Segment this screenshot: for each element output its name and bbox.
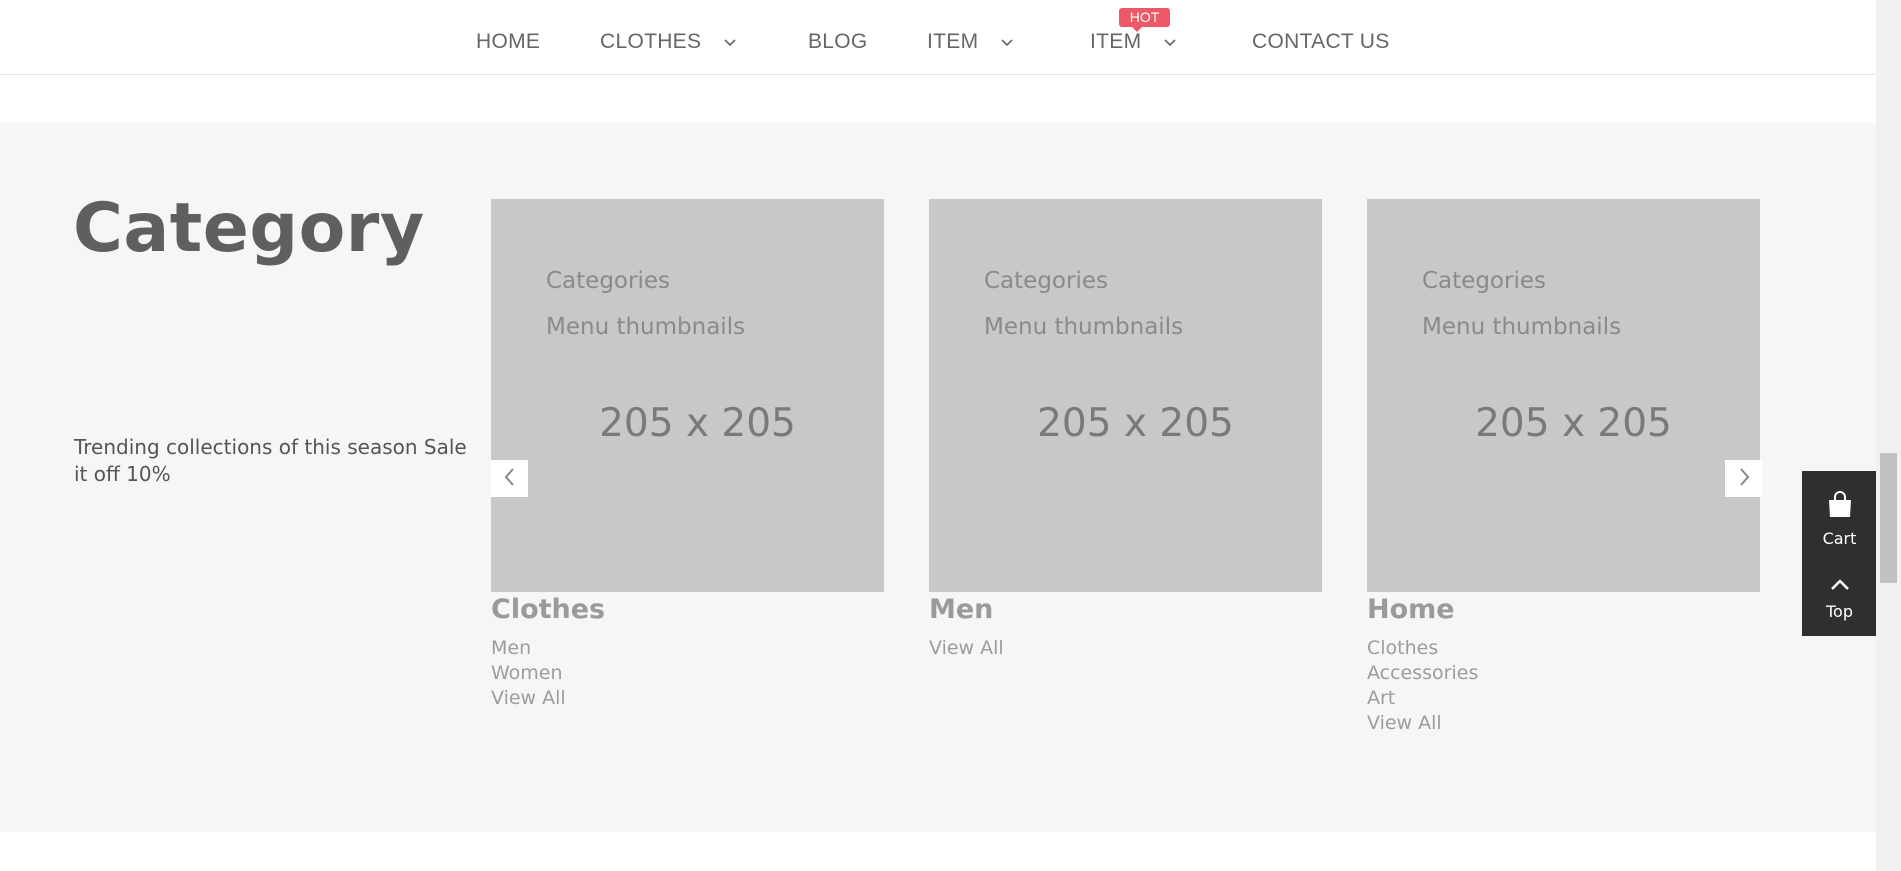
category-title[interactable]: Clothes [491, 594, 884, 626]
thumbnail-text: Categories [1422, 268, 1546, 294]
nav-item-item-hot[interactable]: ITEM [1090, 28, 1177, 56]
thumbnail-size: 205 x 205 [599, 401, 796, 446]
category-thumbnail[interactable]: Categories Menu thumbnails 205 x 205 [929, 199, 1322, 592]
nav-item-label: HOME [476, 30, 541, 53]
thumbnail-text: Categories [546, 268, 670, 294]
category-links: View All [929, 636, 1322, 661]
category-thumbnail[interactable]: Categories Menu thumbnails 205 x 205 [491, 199, 884, 592]
hot-badge: HOT [1119, 8, 1170, 32]
nav-item-label: CONTACT US [1252, 30, 1390, 53]
top-navigation: HOME CLOTHES BLOG ITEM ITEM HOT CONTACT … [0, 0, 1876, 75]
category-link[interactable]: Women [491, 661, 884, 686]
thumbnail-text: Menu thumbnails [1422, 314, 1622, 340]
cart-button[interactable]: Cart [1802, 491, 1877, 548]
category-title[interactable]: Home [1367, 594, 1760, 626]
category-link[interactable]: Clothes [1367, 636, 1760, 661]
nav-item-blog[interactable]: BLOG [808, 28, 868, 56]
category-thumbnail[interactable]: Categories Menu thumbnails 205 x 205 [1367, 199, 1760, 592]
thumbnail-size: 205 x 205 [1475, 401, 1672, 446]
category-links: Clothes Accessories Art View All [1367, 636, 1760, 736]
category-card-men: Categories Menu thumbnails 205 x 205 Men… [929, 199, 1322, 661]
category-links: Men Women View All [491, 636, 884, 711]
top-label: Top [1826, 602, 1853, 621]
chevron-right-icon [1737, 467, 1751, 491]
page-scrollbar[interactable] [1876, 0, 1901, 871]
chevron-down-icon [723, 35, 737, 49]
slider-prev-button[interactable] [491, 460, 528, 497]
category-link[interactable]: View All [929, 636, 1322, 661]
category-link[interactable]: View All [1367, 711, 1760, 736]
category-title[interactable]: Men [929, 594, 1322, 626]
nav-item-label: ITEM [927, 30, 979, 53]
chevron-left-icon [503, 467, 517, 491]
category-link[interactable]: View All [491, 686, 884, 711]
section-title: Category [73, 189, 425, 268]
thumbnail-text: Menu thumbnails [546, 314, 746, 340]
slider-next-button[interactable] [1725, 460, 1762, 497]
thumbnail-size: 205 x 205 [1037, 401, 1234, 446]
thumbnail-text: Menu thumbnails [984, 314, 1184, 340]
category-card-clothes: Categories Menu thumbnails 205 x 205 Clo… [491, 199, 884, 711]
nav-item-contact-us[interactable]: CONTACT US [1252, 28, 1390, 56]
back-to-top-button[interactable]: Top [1802, 577, 1877, 621]
category-card-home: Categories Menu thumbnails 205 x 205 Hom… [1367, 199, 1760, 736]
category-link[interactable]: Accessories [1367, 661, 1760, 686]
nav-item-clothes[interactable]: CLOTHES [600, 28, 737, 56]
category-link[interactable]: Men [491, 636, 884, 661]
floating-actions-panel: Cart Top [1802, 471, 1877, 636]
scrollbar-thumb[interactable] [1880, 453, 1897, 583]
nav-item-label: CLOTHES [600, 30, 702, 53]
chevron-up-icon [1830, 577, 1850, 596]
nav-item-label: BLOG [808, 30, 868, 53]
nav-item-item[interactable]: ITEM [927, 28, 1014, 56]
thumbnail-text: Categories [984, 268, 1108, 294]
shopping-bag-icon [1827, 491, 1853, 523]
chevron-down-icon [1000, 35, 1014, 49]
section-description: Trending collections of this season Sale… [74, 435, 467, 486]
nav-item-home[interactable]: HOME [476, 28, 540, 56]
nav-item-label: ITEM [1090, 30, 1142, 53]
cart-label: Cart [1822, 529, 1857, 548]
category-link[interactable]: Art [1367, 686, 1760, 711]
chevron-down-icon [1163, 35, 1177, 49]
